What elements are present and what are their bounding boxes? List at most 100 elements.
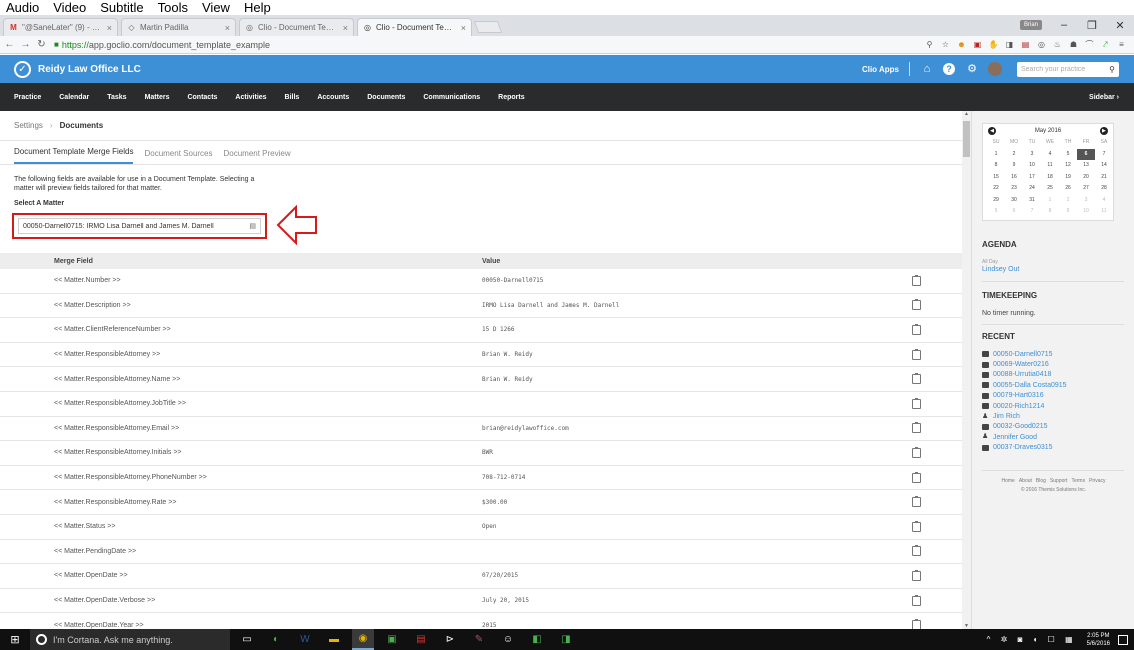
extension-icon[interactable]: ☗ xyxy=(1067,39,1080,50)
nav-bills[interactable]: Bills xyxy=(285,94,300,101)
app-icon[interactable]: ◐ xyxy=(265,629,287,650)
calendar-day[interactable]: 26 xyxy=(1059,183,1077,195)
calendar-day[interactable]: 10 xyxy=(1023,160,1041,172)
search-input[interactable] xyxy=(1021,65,1103,73)
calendar-day[interactable]: 7 xyxy=(1095,149,1113,161)
back-icon[interactable]: ← xyxy=(3,39,16,50)
file-explorer-icon[interactable]: ▬ xyxy=(323,629,345,650)
menu-icon[interactable]: ≡ xyxy=(1115,39,1128,50)
taskbar-clock[interactable]: 2:05 PM 5/6/2016 xyxy=(1087,632,1110,648)
nav-activities[interactable]: Activities xyxy=(235,94,266,101)
calendar-day[interactable]: 9 xyxy=(1059,206,1077,218)
nav-tasks[interactable]: Tasks xyxy=(107,94,126,101)
tab-merge-fields[interactable]: Document Template Merge Fields xyxy=(14,147,134,164)
clipboard-icon[interactable] xyxy=(912,274,921,286)
close-icon[interactable]: × xyxy=(225,23,230,33)
calendar-day[interactable]: 24 xyxy=(1023,183,1041,195)
calendar-day[interactable]: 5 xyxy=(987,206,1005,218)
footer-link[interactable]: About xyxy=(1019,478,1032,484)
extension-icon[interactable]: ♨ xyxy=(1051,39,1064,50)
calendar-day[interactable]: 11 xyxy=(1095,206,1113,218)
tab-document-sources[interactable]: Document Sources xyxy=(144,149,212,164)
nav-practice[interactable]: Practice xyxy=(14,94,41,101)
clipboard-icon[interactable] xyxy=(912,446,921,458)
clipboard-icon[interactable] xyxy=(912,299,921,311)
nav-reports[interactable]: Reports xyxy=(498,94,524,101)
content-scrollbar[interactable]: ▲ ▼ xyxy=(962,111,971,629)
extension-icon[interactable]: ◎ xyxy=(1035,39,1048,50)
calendar-day[interactable]: 1 xyxy=(1041,195,1059,207)
calendar-day[interactable]: 19 xyxy=(1059,172,1077,184)
recent-item[interactable]: 00032-Good0215 xyxy=(982,422,1067,432)
url-field[interactable]: ■ https:// app.goclio.com/document_templ… xyxy=(54,38,920,52)
menu-help[interactable]: Help xyxy=(244,0,271,15)
clipboard-icon[interactable] xyxy=(912,545,921,557)
calendar-day[interactable]: 2 xyxy=(1059,195,1077,207)
calendar-day[interactable]: 17 xyxy=(1023,172,1041,184)
menu-subtitle[interactable]: Subtitle xyxy=(100,0,143,15)
clipboard-icon[interactable] xyxy=(912,619,921,629)
calendar-day[interactable]: 16 xyxy=(1005,172,1023,184)
restore-icon[interactable]: ❐ xyxy=(1078,19,1106,32)
calendar-day[interactable]: 8 xyxy=(987,160,1005,172)
app-icon[interactable]: ◧ xyxy=(526,629,548,650)
calendar-day[interactable]: 13 xyxy=(1077,160,1095,172)
pdf-icon[interactable]: ▤ xyxy=(410,629,432,650)
calendar-day[interactable]: 6 xyxy=(1077,148,1095,160)
nav-documents[interactable]: Documents xyxy=(367,94,405,101)
calendar-day[interactable]: 27 xyxy=(1077,183,1095,195)
recent-item[interactable]: 00037-Draves0315 xyxy=(982,443,1067,453)
prev-month-icon[interactable]: ◀ xyxy=(988,126,996,135)
clio-logo-icon[interactable]: ✓ xyxy=(14,60,31,78)
cortana-search[interactable]: I'm Cortana. Ask me anything. xyxy=(30,629,230,650)
calendar-day[interactable]: 25 xyxy=(1041,183,1059,195)
tab-document-preview[interactable]: Document Preview xyxy=(224,149,291,164)
recent-item[interactable]: 00069-Water0216 xyxy=(982,359,1067,369)
recent-item[interactable]: 00050-Darnell0715 xyxy=(982,349,1067,359)
agenda-item[interactable]: Lindsey Out xyxy=(982,266,1019,273)
close-icon[interactable]: × xyxy=(461,23,466,33)
calendar-day[interactable]: 4 xyxy=(1041,149,1059,161)
clipboard-icon[interactable] xyxy=(912,348,921,360)
browser-tab[interactable]: ◇ Martin Padilla × xyxy=(121,18,236,36)
calendar-day[interactable]: 14 xyxy=(1095,160,1113,172)
calendar-day[interactable]: 5 xyxy=(1059,149,1077,161)
calendar-day[interactable]: 29 xyxy=(987,195,1005,207)
forward-icon[interactable]: → xyxy=(19,39,32,50)
clio-apps-link[interactable]: Clio Apps xyxy=(862,65,899,74)
windows-start-icon[interactable]: ⊞ xyxy=(0,633,30,646)
app-icon[interactable]: ⊳ xyxy=(439,629,461,650)
close-icon[interactable]: × xyxy=(343,23,348,33)
scroll-thumb[interactable] xyxy=(963,121,970,157)
extension-icon[interactable]: ⤤ xyxy=(1099,39,1112,50)
avatar[interactable] xyxy=(988,62,1002,76)
clipboard-icon[interactable] xyxy=(912,496,921,508)
calendar-day[interactable]: 4 xyxy=(1095,195,1113,207)
footer-link[interactable]: Support xyxy=(1050,478,1068,484)
nav-communications[interactable]: Communications xyxy=(423,94,480,101)
star-icon[interactable]: ☆ xyxy=(939,39,952,50)
word-icon[interactable]: W xyxy=(294,629,316,650)
calendar-day[interactable]: 23 xyxy=(1005,183,1023,195)
calendar-day[interactable]: 21 xyxy=(1095,172,1113,184)
recent-item[interactable]: 00088-Urrutia0418 xyxy=(982,370,1067,380)
sidebar-toggle[interactable]: Sidebar › xyxy=(1089,94,1119,101)
browser-tab[interactable]: ◎ Clio - Document Template × xyxy=(239,18,354,36)
next-month-icon[interactable]: ▶ xyxy=(1099,126,1108,135)
recent-item[interactable]: 00055-Dalla Costa0915 xyxy=(982,380,1067,390)
menu-view[interactable]: View xyxy=(202,0,230,15)
calendar-day[interactable]: 28 xyxy=(1095,183,1113,195)
calendar-day[interactable]: 18 xyxy=(1041,172,1059,184)
app-icon[interactable]: ☺ xyxy=(497,629,519,650)
clipboard-icon[interactable] xyxy=(912,471,921,483)
notification-icon[interactable] xyxy=(1118,634,1128,645)
firm-name[interactable]: Reidy Law Office LLC xyxy=(38,64,141,75)
footer-link[interactable]: Blog xyxy=(1036,478,1046,484)
footer-link[interactable]: Privacy xyxy=(1089,478,1105,484)
close-icon[interactable]: × xyxy=(107,23,112,33)
profile-chip[interactable]: Brian xyxy=(1020,20,1042,30)
zoom-icon[interactable]: ⚲ xyxy=(923,39,936,50)
calendar-day[interactable]: 8 xyxy=(1041,206,1059,218)
calendar-day[interactable]: 20 xyxy=(1077,172,1095,184)
nav-contacts[interactable]: Contacts xyxy=(187,94,217,101)
